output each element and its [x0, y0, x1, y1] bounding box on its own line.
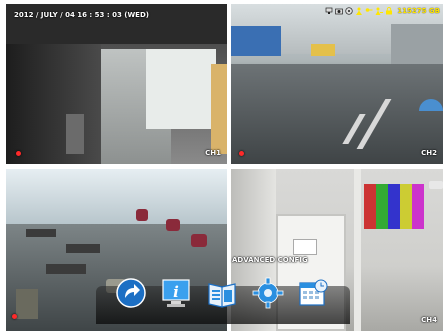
lock-icon	[386, 7, 393, 15]
chair	[191, 234, 207, 247]
person-icon	[356, 7, 363, 15]
channel-label: CH1	[205, 149, 221, 157]
record-indicator	[16, 151, 21, 156]
hdd-capacity: 115275 GB	[397, 7, 440, 15]
status-icon-bar: 115275 GB	[325, 7, 440, 15]
camera-view-ch2[interactable]: 115275 GB CH2	[231, 4, 443, 164]
calendar-icon	[299, 279, 328, 306]
table	[46, 264, 86, 274]
windows	[6, 169, 227, 224]
chair	[166, 219, 180, 231]
record-indicator	[12, 314, 17, 319]
schedule-setting-button[interactable]	[296, 276, 330, 310]
network-icon	[325, 7, 333, 14]
key-icon	[365, 8, 373, 12]
door-panel	[211, 64, 227, 154]
arrow-icon	[116, 278, 146, 308]
main-menu-bar: i	[96, 274, 350, 326]
security-camera	[429, 181, 443, 189]
quick-start-button[interactable]	[114, 276, 148, 310]
camera-icon	[335, 8, 344, 15]
road	[231, 64, 443, 164]
system-info-button[interactable]: i	[159, 276, 193, 310]
cd-icon	[345, 7, 353, 15]
taxi	[311, 44, 335, 56]
bus	[231, 26, 281, 56]
color-chart	[364, 184, 424, 229]
table	[26, 229, 56, 237]
advanced-config-button[interactable]	[251, 276, 285, 310]
channel-label: CH4	[421, 316, 437, 324]
pillar	[354, 169, 361, 331]
chair	[16, 289, 38, 319]
record-indicator	[239, 151, 244, 156]
camera-view-ch1[interactable]: 2012 / JULY / 04 16 : 53 : 03 (WED) CH1	[6, 4, 227, 164]
gear-icon	[252, 277, 284, 309]
book-icon	[208, 283, 236, 308]
glass-wall	[146, 49, 216, 129]
menu-tooltip: ADVANCED CONFIG	[232, 256, 308, 264]
sign-board	[66, 114, 84, 154]
channel-label: CH2	[421, 149, 437, 157]
ceiling	[6, 4, 227, 44]
info-monitor-icon: i	[162, 279, 190, 307]
storefront	[391, 24, 443, 64]
door-sign	[293, 239, 317, 255]
dark-wall	[6, 44, 101, 164]
table	[66, 244, 100, 253]
datetime-text: 2012 / JULY / 04 16 : 53 : 03 (WED)	[14, 11, 149, 19]
person-key-icon	[375, 7, 384, 15]
event-info-button[interactable]	[205, 276, 239, 310]
chair	[136, 209, 148, 221]
svg-text:i: i	[173, 283, 179, 301]
